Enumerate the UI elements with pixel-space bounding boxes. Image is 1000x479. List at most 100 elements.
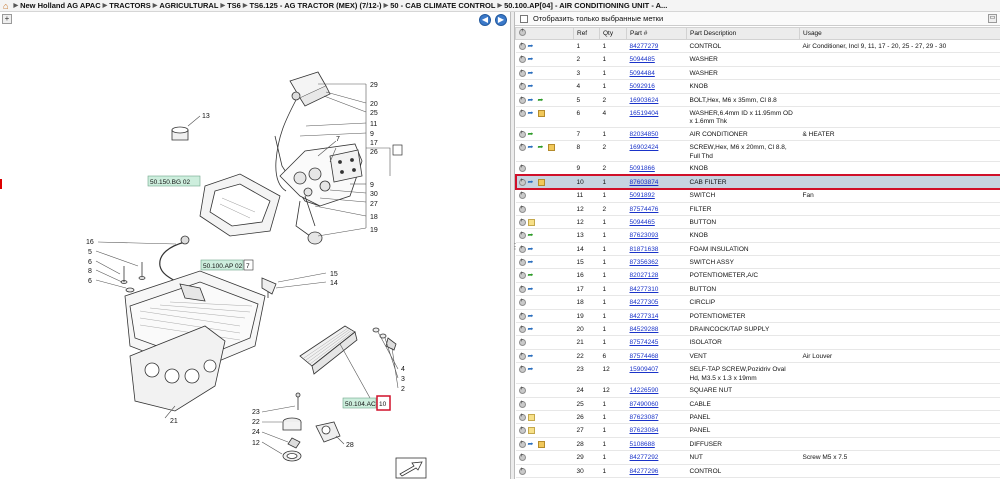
cab-filter[interactable] — [299, 325, 371, 399]
breadcrumb-item[interactable]: TS6 — [227, 1, 241, 10]
info-arrow-icon[interactable]: ➦ — [528, 97, 536, 104]
add-to-cart-icon[interactable] — [518, 312, 526, 320]
breadcrumb-item[interactable]: TRACTORS — [109, 1, 151, 10]
note-icon[interactable] — [527, 427, 535, 435]
add-to-cart-icon[interactable] — [518, 271, 526, 280]
part-number-link[interactable]: 15909407 — [630, 366, 659, 373]
part-number-link[interactable]: 16902424 — [630, 144, 659, 151]
table-row[interactable]: ➦➦5216903624BOLT,Hex, M6 x 35mm, Cl 8.8 — [515, 93, 1000, 107]
part-number-link[interactable]: 87603874 — [630, 179, 659, 186]
add-to-cart-icon[interactable] — [518, 400, 526, 408]
info-arrow-icon[interactable]: ➦ — [528, 70, 536, 77]
table-row[interactable]: 18184277305 CIRCLIP — [515, 295, 1000, 310]
add-to-cart-icon[interactable] — [518, 426, 526, 435]
control-panel-assembly[interactable] — [274, 71, 363, 245]
air-duct-vent[interactable] — [199, 173, 281, 237]
add-to-cart-icon[interactable] — [518, 42, 526, 50]
table-row[interactable]: ➦ 14181871638 FOAM INSULATION — [515, 242, 1000, 257]
add-to-cart-icon[interactable] — [518, 467, 526, 475]
info-arrow-icon[interactable]: ➦ — [528, 353, 536, 360]
part-number-link[interactable]: 14226590 — [630, 387, 659, 394]
note-icon[interactable] — [527, 218, 535, 226]
info-arrow-icon[interactable]: ➦ — [528, 313, 536, 320]
part-number-link[interactable]: 87356362 — [630, 259, 659, 266]
part-number-link[interactable]: 87623087 — [630, 414, 659, 421]
table-row[interactable]: ➦ 215094485 WASHER — [515, 52, 1000, 67]
switch-15[interactable] — [261, 272, 327, 298]
part-number-link[interactable]: 84277305 — [630, 299, 659, 306]
part-number-link[interactable]: 5094485 — [630, 56, 655, 63]
part-number-link[interactable]: 84277314 — [630, 313, 659, 320]
table-row[interactable]: 30184277296 CONTROL — [515, 464, 1000, 478]
add-to-cart-icon[interactable] — [518, 453, 526, 462]
table-row[interactable]: ➦➦8216902424SCREW,Hex, M6 x 20mm, Cl 8.8… — [515, 140, 1000, 163]
breadcrumb-item[interactable]: AGRICULTURAL — [159, 1, 218, 10]
table-row[interactable]: ➦1184277279CONTROLAir Conditioner, Incl … — [515, 39, 1000, 54]
part-number-link[interactable]: 16903624 — [630, 97, 659, 104]
add-to-cart-icon[interactable] — [518, 413, 526, 421]
column-header-usage[interactable]: Usage — [799, 27, 1000, 40]
knob-assembly[interactable] — [372, 327, 399, 389]
add-to-cart-icon[interactable] — [518, 130, 526, 138]
add-all-icon[interactable] — [519, 28, 526, 36]
column-header-part[interactable]: Part # — [626, 27, 687, 40]
info-arrow-icon[interactable]: ➦ — [528, 259, 536, 266]
add-to-cart-icon[interactable] — [518, 338, 526, 347]
part-number-link[interactable]: 5092916 — [630, 83, 655, 90]
add-to-cart-icon[interactable] — [518, 109, 526, 117]
table-row[interactable]: 241214226590 SQUARE NUT — [515, 383, 1000, 398]
add-to-cart-icon[interactable] — [518, 164, 526, 173]
info-arrow-icon[interactable]: ➦ — [528, 366, 536, 373]
table-row[interactable]: 12287574476 FILTER — [515, 202, 1000, 216]
replacement-arrow-icon[interactable]: ➦ — [538, 97, 546, 104]
part-number-link[interactable]: 84277279 — [630, 43, 659, 50]
breadcrumb-item[interactable]: New Holland AG APAC — [20, 1, 101, 10]
add-to-cart-icon[interactable] — [518, 386, 526, 395]
info-arrow-icon[interactable]: ➦ — [528, 43, 536, 50]
part-number-link[interactable]: 5091892 — [630, 192, 655, 199]
part-number-link[interactable]: 84277296 — [630, 468, 659, 475]
previous-arrow-icon[interactable]: ◀ — [479, 14, 491, 26]
package-icon[interactable] — [547, 144, 555, 152]
table-row[interactable]: ➦ 315094484 WASHER — [515, 66, 1000, 81]
info-arrow-icon[interactable]: ➦ — [528, 441, 536, 448]
part-number-link[interactable]: 16519404 — [630, 110, 659, 117]
home-icon[interactable]: ⌂ — [3, 1, 8, 11]
add-to-cart-icon[interactable] — [518, 143, 526, 152]
note-icon[interactable] — [527, 413, 535, 421]
part-number-link[interactable]: 5094484 — [630, 70, 655, 77]
part-number-link[interactable]: 81871638 — [630, 246, 659, 253]
add-to-cart-icon[interactable] — [518, 96, 526, 104]
add-to-cart-icon[interactable] — [518, 440, 526, 448]
part-number-link[interactable]: 87623084 — [630, 427, 659, 434]
part-number-link[interactable]: 87574468 — [630, 353, 659, 360]
add-to-cart-icon[interactable] — [518, 298, 526, 307]
zoom-in-icon[interactable]: + — [2, 14, 12, 24]
part-number-link[interactable]: 82027128 — [630, 272, 659, 279]
add-to-cart-icon[interactable] — [518, 191, 526, 200]
next-arrow-icon[interactable]: ▶ — [495, 14, 507, 26]
add-to-cart-icon[interactable] — [518, 258, 526, 267]
knob-13[interactable] — [171, 115, 201, 141]
part-number-link[interactable]: 84529288 — [630, 326, 659, 333]
add-to-cart-icon[interactable] — [518, 231, 526, 240]
table-row[interactable]: ➦ 231215909407 SELF-TAP SCREW,Pozidriv Ova… — [515, 362, 1000, 385]
breadcrumb-item[interactable]: TS6.125 - AG TRACTOR (MEX) (7/12-) — [249, 1, 381, 10]
reference-tag-ap02[interactable]: 50.100.AP 02 7 — [200, 259, 254, 271]
table-row-selected[interactable]: ➦ 10187603874 CAB FILTER — [514, 174, 1000, 190]
table-row[interactable]: 925091866 KNOB — [515, 161, 1000, 176]
reference-tag-ac[interactable]: 50.104.AC 10 — [342, 395, 391, 411]
info-arrow-icon[interactable]: ➦ — [528, 83, 536, 90]
add-to-cart-icon[interactable] — [518, 245, 526, 253]
table-row[interactable]: ➦ 20184529288 DRAINCOCK/TAP SUPPLY — [515, 322, 1000, 337]
part-number-link[interactable]: 87623093 — [630, 232, 659, 239]
column-header-qty[interactable]: Qty — [599, 27, 627, 40]
part-number-link[interactable]: 87574245 — [630, 339, 659, 346]
add-to-cart-icon[interactable] — [518, 55, 526, 64]
part-number-link[interactable]: 84277292 — [630, 454, 659, 461]
column-header-ref[interactable]: Ref — [573, 27, 600, 40]
table-row[interactable]: ➦ 17184277310 BUTTON — [515, 282, 1000, 297]
table-row[interactable]: 29184277292 NUTScrew M5 x 7.5 — [515, 450, 1000, 465]
replacement-arrow-icon[interactable]: ➦ — [538, 144, 546, 151]
column-header-icons[interactable] — [515, 27, 574, 40]
